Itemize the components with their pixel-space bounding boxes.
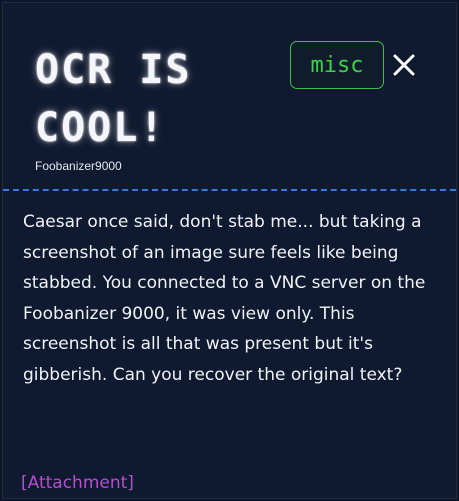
challenge-modal: OCR IS COOL! Foobanizer9000 misc Caesar … [2,2,457,499]
challenge-author: Foobanizer9000 [35,159,122,173]
close-button[interactable] [392,53,416,77]
category-badge: misc [290,41,384,89]
close-icon [393,54,415,76]
challenge-description: Caesar once said, don't stab me... but t… [23,212,426,385]
attachment-link[interactable]: [Attachment] [21,473,134,493]
challenge-title: OCR IS COOL! [35,47,192,151]
modal-header: OCR IS COOL! Foobanizer9000 misc [3,3,456,191]
